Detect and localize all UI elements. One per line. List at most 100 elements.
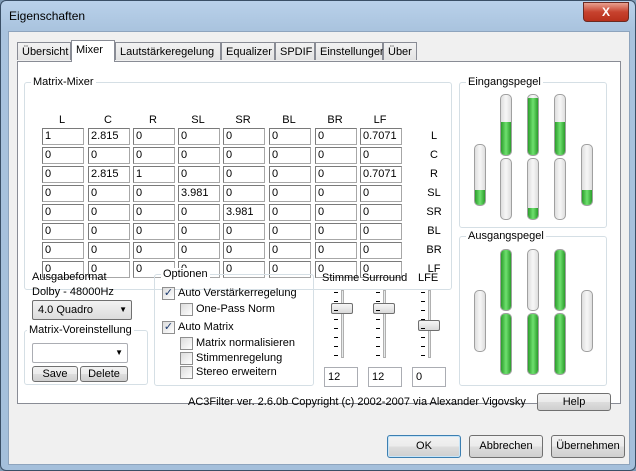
matrix-cell[interactable]: 0: [223, 147, 265, 164]
matrix-cell[interactable]: 0: [42, 185, 84, 202]
mixer-panel: Matrix-Mixer L C R SL SR BL BR LF 1 2.815 0 0 0 0 0 0.7…: [17, 61, 621, 411]
matrix-cell[interactable]: 0: [178, 223, 220, 240]
voice-slider-track[interactable]: [341, 290, 344, 358]
matrix-cell[interactable]: 0: [223, 166, 265, 183]
matrix-cell[interactable]: 0: [223, 128, 265, 145]
matrix-cell[interactable]: 0: [269, 147, 311, 164]
save-button[interactable]: Save: [32, 366, 78, 382]
matrix-cell[interactable]: 0: [42, 242, 84, 259]
matrix-cell[interactable]: 0: [88, 242, 130, 259]
slider-tick: [334, 346, 338, 347]
help-button[interactable]: Help: [537, 393, 611, 411]
matrix-cell[interactable]: 0: [360, 185, 402, 202]
matrix-cell[interactable]: 0: [178, 242, 220, 259]
apply-button[interactable]: Übernehmen: [551, 435, 625, 458]
matrix-cell[interactable]: 2.815: [88, 128, 130, 145]
tab-6[interactable]: Über: [383, 42, 417, 60]
matrix-cell[interactable]: 0: [269, 223, 311, 240]
matrix-cell[interactable]: 0: [133, 185, 175, 202]
title-bar[interactable]: Eigenschaften X: [1, 1, 635, 31]
surround-slider-thumb[interactable]: [373, 303, 395, 314]
matrix-cell[interactable]: 0: [133, 242, 175, 259]
auto-gain-checkbox[interactable]: ✓: [162, 287, 175, 300]
matrix-cell[interactable]: 0: [42, 204, 84, 221]
matrix-cell[interactable]: 0: [223, 185, 265, 202]
matrix-cell[interactable]: 0: [42, 147, 84, 164]
matrix-cell[interactable]: 0: [223, 223, 265, 240]
slider-tick: [334, 301, 338, 302]
matrix-cell[interactable]: 0: [88, 185, 130, 202]
matrix-cell[interactable]: 0: [315, 147, 357, 164]
tab-5[interactable]: Einstellungen: [315, 42, 386, 60]
matrix-cell[interactable]: 0.7071: [360, 166, 402, 183]
matrix-cell[interactable]: 0: [269, 185, 311, 202]
one-pass-checkbox[interactable]: [180, 303, 193, 316]
matrix-cell[interactable]: 0: [42, 166, 84, 183]
matrix-cell[interactable]: 0: [269, 128, 311, 145]
matrix-cell[interactable]: 0: [315, 128, 357, 145]
matrix-cell[interactable]: 3.981: [178, 185, 220, 202]
matrix-preset-label: Matrix-Voreinstellung: [27, 324, 134, 336]
slider-tick: [376, 292, 380, 293]
tab-4[interactable]: SPDIF: [275, 42, 315, 60]
output-meter-fill: [528, 314, 538, 374]
slider-tick: [421, 346, 425, 347]
matrix-row-header: SL: [427, 187, 441, 199]
dialog-client: Übersicht Mixer Lautstärkeregelung Equalize…: [8, 31, 630, 465]
surround-value-input[interactable]: 12: [368, 367, 402, 387]
matrix-cell[interactable]: 0: [360, 242, 402, 259]
tab-2[interactable]: Lautstärkeregelung: [115, 42, 221, 60]
tab-3[interactable]: Equalizer: [221, 42, 275, 60]
matrix-cell[interactable]: 0: [269, 166, 311, 183]
matrix-cell[interactable]: 2.815: [88, 166, 130, 183]
auto-matrix-checkbox[interactable]: ✓: [162, 321, 175, 334]
matrix-cell[interactable]: 0: [269, 242, 311, 259]
matrix-cell[interactable]: 0: [88, 147, 130, 164]
matrix-cell[interactable]: 1: [42, 128, 84, 145]
matrix-cell[interactable]: 0: [269, 204, 311, 221]
matrix-cell[interactable]: 0: [178, 128, 220, 145]
matrix-cell[interactable]: 0: [315, 242, 357, 259]
matrix-cell[interactable]: 0: [178, 166, 220, 183]
matrix-cell[interactable]: 0: [88, 204, 130, 221]
matrix-cell[interactable]: 0: [315, 166, 357, 183]
matrix-row-header: L: [430, 130, 438, 142]
matrix-cell[interactable]: 0.7071: [360, 128, 402, 145]
matrix-cell[interactable]: 0: [223, 242, 265, 259]
matrix-cell[interactable]: 3.981: [223, 204, 265, 221]
matrix-row-header: C: [430, 149, 438, 161]
voice-value-input[interactable]: 12: [324, 367, 358, 387]
ok-button[interactable]: OK: [387, 435, 461, 458]
output-format-select[interactable]: 4.0 Quadro ▼: [32, 300, 132, 320]
voice-slider-thumb[interactable]: [331, 303, 353, 314]
input-meter-fill: [528, 208, 538, 219]
matrix-cell[interactable]: 0: [315, 204, 357, 221]
matrix-cell[interactable]: 1: [133, 166, 175, 183]
matrix-cell[interactable]: 0: [133, 147, 175, 164]
matrix-cell[interactable]: 0: [133, 204, 175, 221]
tab-1[interactable]: Mixer: [71, 40, 115, 62]
matrix-cell[interactable]: 0: [178, 204, 220, 221]
stereo-expand-checkbox[interactable]: [180, 366, 193, 379]
tab-0[interactable]: Übersicht: [17, 42, 71, 60]
matrix-cell[interactable]: 0: [133, 128, 175, 145]
matrix-cell[interactable]: 0: [178, 147, 220, 164]
matrix-cell[interactable]: 0: [133, 223, 175, 240]
matrix-cell[interactable]: 0: [88, 223, 130, 240]
delete-button[interactable]: Delete: [80, 366, 128, 382]
matrix-cell[interactable]: 0: [360, 204, 402, 221]
matrix-cell[interactable]: 0: [360, 223, 402, 240]
surround-slider-track[interactable]: [383, 290, 386, 358]
matrix-cell[interactable]: 0: [315, 185, 357, 202]
matrix-cell[interactable]: 0: [315, 223, 357, 240]
output-meter: [500, 313, 512, 375]
matrix-preset-select[interactable]: ▼: [32, 343, 128, 363]
close-button[interactable]: X: [583, 2, 629, 22]
matrix-cell[interactable]: 0: [42, 223, 84, 240]
voice-control-checkbox[interactable]: [180, 352, 193, 365]
normalize-checkbox[interactable]: [180, 337, 193, 350]
matrix-cell[interactable]: 0: [360, 147, 402, 164]
cancel-button[interactable]: Abbrechen: [469, 435, 543, 458]
lfe-value-input[interactable]: 0: [412, 367, 446, 387]
lfe-slider-thumb[interactable]: [418, 320, 440, 331]
